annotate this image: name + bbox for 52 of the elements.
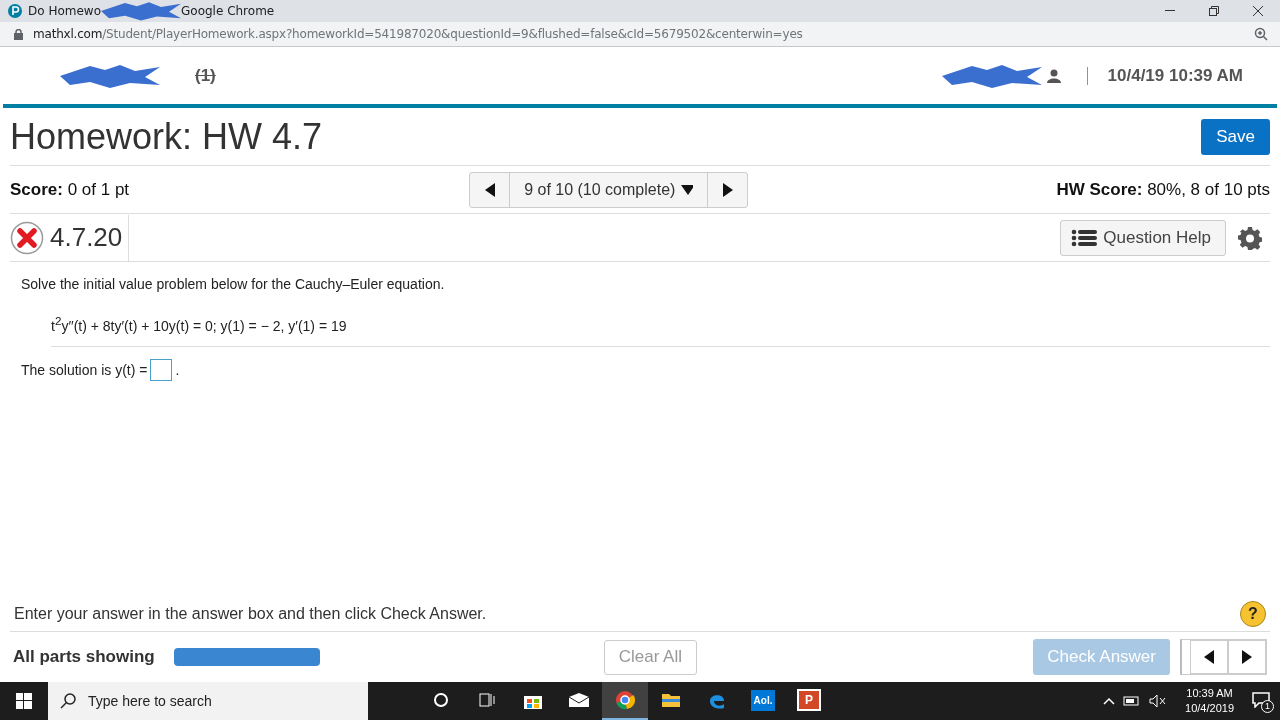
search-field[interactable]: Type here to search bbox=[86, 692, 346, 710]
answer-prompt: The solution is y(t) = bbox=[21, 361, 148, 378]
pearson-logo-icon bbox=[8, 4, 22, 18]
windows-logo-icon bbox=[16, 693, 32, 709]
previous-button[interactable] bbox=[1190, 640, 1228, 674]
message-icon bbox=[1252, 691, 1270, 708]
search-box[interactable]: Type here to search bbox=[48, 682, 368, 720]
chevron-up-icon[interactable] bbox=[1103, 697, 1116, 705]
score-text: Score: 0 of 1 pt bbox=[10, 179, 130, 200]
lock-icon bbox=[14, 28, 23, 40]
problem-statement: Solve the initial value problem below for the Cauchy–Euler equation. bbox=[21, 276, 446, 292]
envelope-icon bbox=[568, 692, 590, 708]
taskbar-app-button[interactable]: P bbox=[786, 682, 832, 720]
window-title: Do Homewo bbox=[28, 4, 101, 18]
settings-icon[interactable] bbox=[1238, 225, 1262, 250]
taskbar-app-button[interactable] bbox=[602, 682, 648, 720]
question-help-button[interactable]: Question Help bbox=[1060, 219, 1226, 256]
powerpoint-icon: P bbox=[797, 689, 821, 711]
course-title: (1) bbox=[195, 65, 216, 86]
homework-title: Homework: HW 4.7 bbox=[10, 115, 323, 158]
minimize-icon bbox=[1165, 10, 1175, 12]
parts-label: All parts showing bbox=[13, 647, 155, 667]
chrome-icon bbox=[615, 690, 635, 710]
window-title: Google Chrome bbox=[181, 4, 275, 18]
right-triangle-icon bbox=[1241, 650, 1253, 664]
save-button[interactable]: Save bbox=[1201, 118, 1270, 155]
close-icon bbox=[1253, 6, 1263, 16]
help-button[interactable]: ? bbox=[1240, 600, 1266, 627]
aol-icon: Aol. bbox=[750, 689, 776, 711]
date-time: 10/4/19 10:39 AM bbox=[1107, 65, 1243, 86]
user-icon[interactable] bbox=[1046, 68, 1061, 83]
equation-text: t$^{2}$y′′(t) + 8ty′(t) + 10y(t) = 0; y(1) = − 2, y′(1) = 19 bbox=[51, 314, 1270, 347]
notification-count: 1 bbox=[1261, 699, 1274, 713]
hw-score-text: HW Score: 80%, 8 of 10 pts bbox=[1056, 179, 1270, 200]
search-icon bbox=[60, 693, 76, 709]
restore-icon bbox=[1209, 6, 1219, 16]
taskbar-app-button[interactable]: Aol. bbox=[740, 682, 786, 720]
question-number: 4.7.20 bbox=[50, 214, 130, 261]
battery-icon[interactable] bbox=[1123, 695, 1142, 707]
circle-icon bbox=[433, 692, 449, 708]
task-view-icon bbox=[479, 692, 495, 708]
muted-speaker-icon[interactable] bbox=[1149, 694, 1168, 708]
zoom-icon[interactable] bbox=[1254, 27, 1268, 41]
left-triangle-icon bbox=[1203, 650, 1215, 664]
answer-box[interactable] bbox=[150, 358, 173, 381]
period-text: . bbox=[175, 361, 180, 378]
instruction-text: Enter your answer in the answer box and then click Check Answer. bbox=[14, 604, 487, 623]
notification-button[interactable]: 1 bbox=[1252, 691, 1270, 711]
folder-icon bbox=[661, 692, 681, 708]
next-button[interactable] bbox=[1228, 640, 1266, 674]
list-icon bbox=[1071, 228, 1098, 247]
taskbar-clock[interactable]: 10:39 AM 10/4/2019 bbox=[1185, 686, 1234, 716]
